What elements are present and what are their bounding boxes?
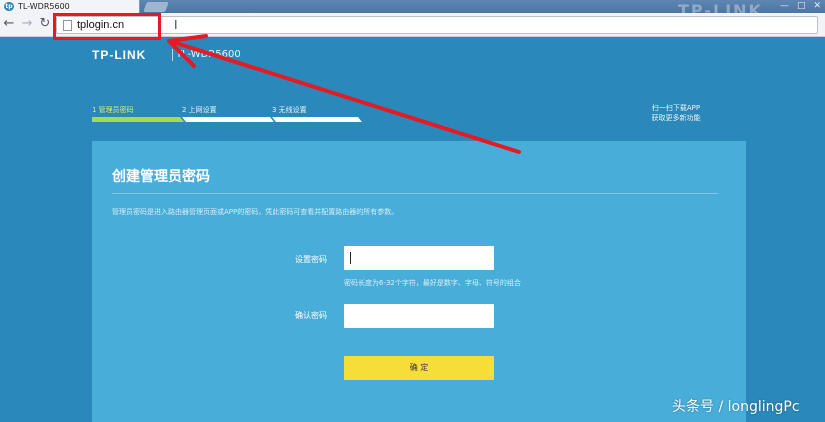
browser-tab[interactable]: tp TL-WDR5600 bbox=[0, 0, 140, 13]
tab-title: TL-WDR5600 bbox=[18, 2, 70, 11]
close-icon[interactable]: ✕ bbox=[813, 1, 821, 12]
url-highlight-box bbox=[53, 13, 161, 40]
back-arrow-icon[interactable]: ← bbox=[2, 16, 16, 32]
minimize-icon[interactable]: — bbox=[780, 1, 789, 12]
confirm-password-input[interactable] bbox=[344, 304, 494, 328]
new-tab-button[interactable] bbox=[143, 2, 169, 12]
admin-password-panel: 创建管理员密码 管理员密码是进入路由器管理页面或APP的密码，凭此密码可查看并配… bbox=[92, 141, 746, 422]
panel-title: 创建管理员密码 bbox=[112, 169, 210, 185]
password-label: 设置密码 bbox=[295, 255, 327, 264]
step-3-label: 3 无线设置 bbox=[272, 106, 307, 114]
step-3-bar bbox=[272, 117, 362, 122]
text-cursor-icon: I bbox=[174, 18, 178, 32]
step-1-label: 1 管理员密码 bbox=[92, 106, 134, 114]
source-watermark: 头条号 / longlingPc bbox=[672, 399, 800, 415]
app-promo-line-1: 扫一扫下载APP bbox=[651, 104, 701, 112]
browser-titlebar: tp TL-WDR5600 TP-LINK — □ ✕ bbox=[0, 0, 825, 20]
address-bar[interactable]: tplogin.cn I bbox=[56, 16, 818, 34]
password-hint: 密码长度为6-32个字符，最好是数字、字母、符号的组合 bbox=[344, 279, 521, 287]
model-name: TL-WDR5600 bbox=[176, 49, 241, 60]
step-1-bar bbox=[92, 117, 184, 122]
forward-arrow-icon[interactable]: → bbox=[20, 16, 34, 32]
step-2-bar bbox=[182, 117, 274, 122]
brand-divider bbox=[172, 49, 173, 61]
tp-link-favicon-icon: tp bbox=[4, 2, 14, 11]
maximize-icon[interactable]: □ bbox=[797, 1, 806, 12]
panel-divider bbox=[112, 193, 718, 194]
confirm-button[interactable]: 确 定 bbox=[344, 356, 494, 380]
window-controls: — □ ✕ bbox=[780, 1, 821, 12]
input-caret bbox=[350, 252, 351, 264]
app-download-promo[interactable]: 扫一扫下载APP 获取更多新功能 bbox=[636, 103, 716, 123]
brand-logo: TP-LINK bbox=[92, 48, 147, 62]
confirm-password-label: 确认密码 bbox=[295, 311, 327, 320]
app-promo-line-2: 获取更多新功能 bbox=[651, 114, 701, 122]
panel-description: 管理员密码是进入路由器管理页面或APP的密码，凭此密码可查看并配置路由器的所有参… bbox=[112, 208, 399, 216]
reload-icon[interactable]: ↻ bbox=[38, 16, 52, 32]
step-2-label: 2 上网设置 bbox=[182, 106, 217, 114]
password-input[interactable] bbox=[344, 246, 494, 270]
